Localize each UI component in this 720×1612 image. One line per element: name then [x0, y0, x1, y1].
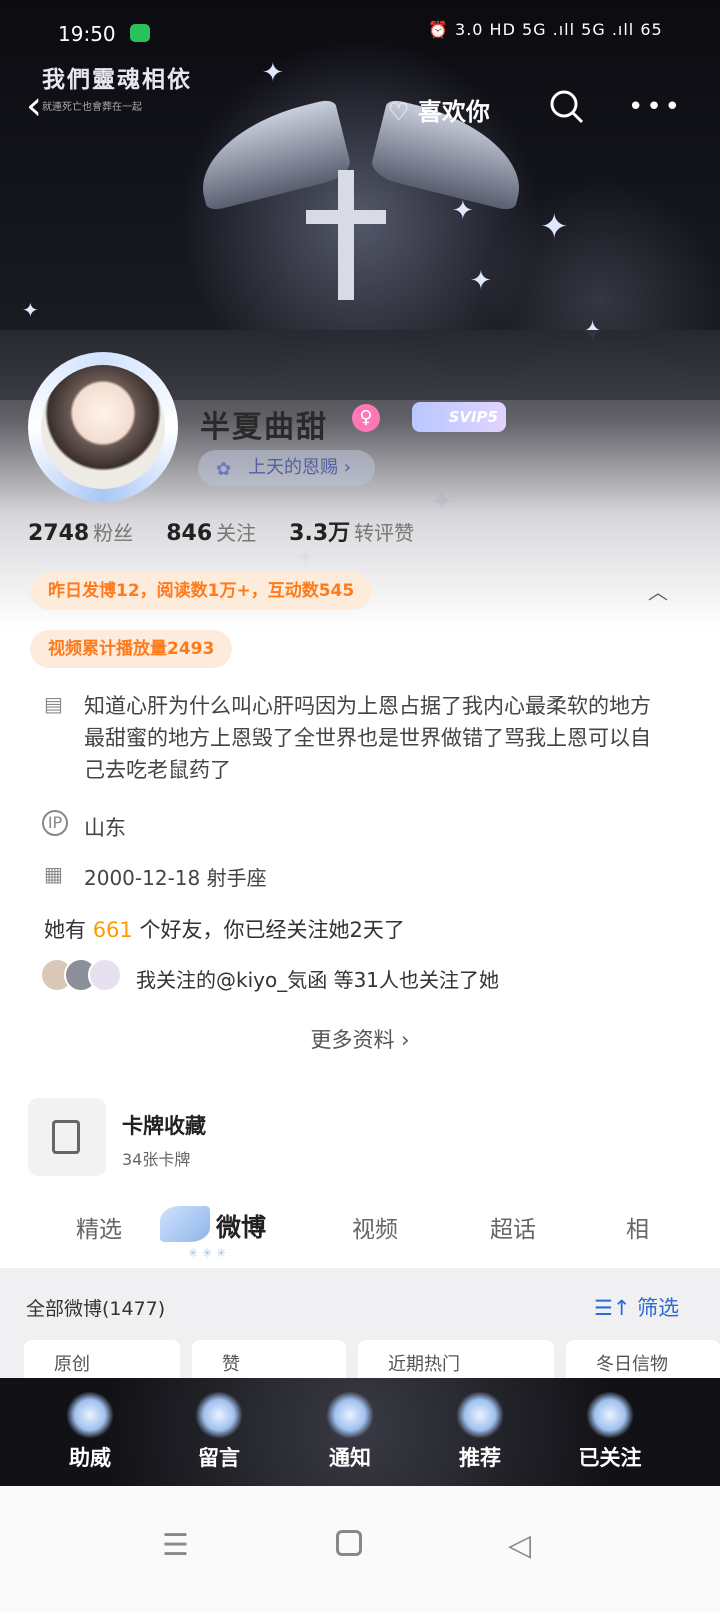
mutual-follow-text[interactable]: 我关注的@kiyo_気函 等31人也关注了她 — [136, 964, 499, 993]
nav-label: 推荐 — [459, 1446, 501, 1470]
female-icon: ♀ — [352, 404, 380, 432]
sparkle-dots-icon: ✳✳✳ — [188, 1246, 231, 1260]
chip-label: 赞 — [222, 1354, 240, 1375]
sparkle-icon: ✦ — [22, 298, 39, 322]
followers-label[interactable]: 粉丝 — [93, 521, 133, 545]
nav-label: 已关注 — [578, 1446, 642, 1470]
status-indicators: ⏰ 3.0 HD 5G .ıll 5G .ıll 65 — [428, 20, 663, 39]
card-icon — [52, 1120, 80, 1154]
nav-notify[interactable]: 通知 — [305, 1378, 395, 1486]
nav-followed[interactable]: 已关注 — [565, 1378, 655, 1486]
like-you-button[interactable]: ♡ 喜欢你 — [388, 92, 490, 127]
back-triangle-icon[interactable]: ◁ — [508, 1528, 531, 1563]
sparkle-icon: ✦ — [470, 266, 492, 296]
chat-notification-icon — [130, 24, 150, 42]
profile-stats: 2748 粉丝 846 关注 3.3万 转评赞 — [28, 515, 440, 547]
profile-name: 半夏曲甜 — [200, 410, 328, 445]
following-count[interactable]: 846 — [166, 521, 212, 546]
nav-label: 留言 — [198, 1446, 240, 1470]
nav-message[interactable]: 留言 — [174, 1378, 264, 1486]
butterfly-icon — [455, 1392, 505, 1438]
filter-button[interactable]: ☰↑ 筛选 — [594, 1292, 679, 1322]
tag-label: 上天的恩赐 — [248, 457, 338, 478]
more-dots-icon: ••• — [628, 92, 684, 122]
svip-badge[interactable]: SVIP5 — [412, 402, 506, 432]
nav-label: 助威 — [69, 1446, 111, 1470]
friends-summary: 她有 661 个好友，你已经关注她2天了 — [44, 914, 405, 944]
search-icon — [550, 90, 584, 124]
ip-icon: IP — [42, 810, 68, 836]
card-collection-count: 34张卡牌 — [122, 1150, 191, 1169]
feed-title: 全部微博(1477) — [26, 1298, 166, 1320]
mutual-avatar — [88, 958, 122, 992]
tab-super-topic[interactable]: 超话 — [490, 1210, 536, 1244]
interactions-label: 转评赞 — [354, 521, 415, 545]
status-time: 19:50 — [58, 22, 116, 46]
phoenix-icon — [65, 1392, 115, 1438]
friends-count[interactable]: 661 — [93, 918, 133, 942]
calendar-icon: ▦ — [44, 862, 63, 886]
sparkle-icon: ✦ — [452, 196, 474, 226]
collapse-chevron-icon[interactable]: ︿ — [648, 576, 668, 605]
wing-icon — [160, 1206, 210, 1242]
profile-bio: 知道心肝为什么叫心肝吗因为上恩占据了我内心最柔软的地方最甜蜜的地方上恩毁了全世界… — [84, 694, 651, 782]
menu-icon[interactable]: ☰ — [162, 1528, 189, 1563]
tab-featured[interactable]: 精选 — [76, 1210, 122, 1244]
chevron-left-icon: ‹ — [26, 83, 42, 129]
cross-art-bar — [306, 210, 386, 224]
friends-suffix: 个好友，你已经关注她2天了 — [139, 918, 405, 942]
wing-icon — [194, 1392, 244, 1438]
document-icon: ▤ — [44, 692, 63, 716]
like-label: 喜欢你 — [417, 98, 490, 126]
chip-label: 冬日信物 — [596, 1354, 668, 1375]
nav-recommend[interactable]: 推荐 — [435, 1378, 525, 1486]
nav-cheer[interactable]: 助威 — [45, 1378, 135, 1486]
followers-count[interactable]: 2748 — [28, 521, 89, 546]
tab-album[interactable]: 相 — [626, 1210, 648, 1244]
tab-video[interactable]: 视频 — [352, 1210, 398, 1244]
heart-hand-icon: ♡ — [388, 98, 410, 126]
sparkle-icon: ✦ — [262, 58, 284, 88]
profile-location: 山东 — [84, 816, 126, 840]
interactions-count: 3.3万 — [289, 521, 351, 546]
chip-label: 近期热门 — [388, 1354, 460, 1375]
nav-label: 通知 — [329, 1446, 371, 1470]
profile-birthday: 2000-12-18 射手座 — [84, 866, 267, 890]
home-icon[interactable] — [336, 1530, 362, 1556]
cross-art — [338, 170, 354, 300]
filter-icon: ☰↑ — [594, 1296, 631, 1320]
more-info-link[interactable]: 更多资料 › — [0, 1024, 720, 1054]
card-collection-title[interactable]: 卡牌收藏 — [122, 1110, 206, 1140]
chip-label: 原创 — [54, 1354, 90, 1375]
sparkle-icon: ✦ — [540, 207, 569, 247]
search-button[interactable] — [548, 88, 586, 126]
star-icon — [325, 1392, 375, 1438]
tab-weibo[interactable]: 微博 — [216, 1208, 266, 1244]
yesterday-stats-pill[interactable]: 昨日发博12，阅读数1万+，互动数545 — [30, 572, 373, 610]
avatar[interactable] — [41, 365, 165, 489]
following-label[interactable]: 关注 — [216, 521, 256, 545]
castle-icon — [585, 1392, 635, 1438]
friends-prefix: 她有 — [44, 918, 86, 942]
clover-icon: ✿ — [216, 459, 232, 480]
back-button[interactable]: ‹ — [26, 86, 70, 130]
more-button[interactable]: ••• — [628, 94, 683, 120]
filter-label: 筛选 — [637, 1296, 680, 1320]
video-stats-pill[interactable]: 视频累计播放量2493 — [30, 630, 233, 668]
